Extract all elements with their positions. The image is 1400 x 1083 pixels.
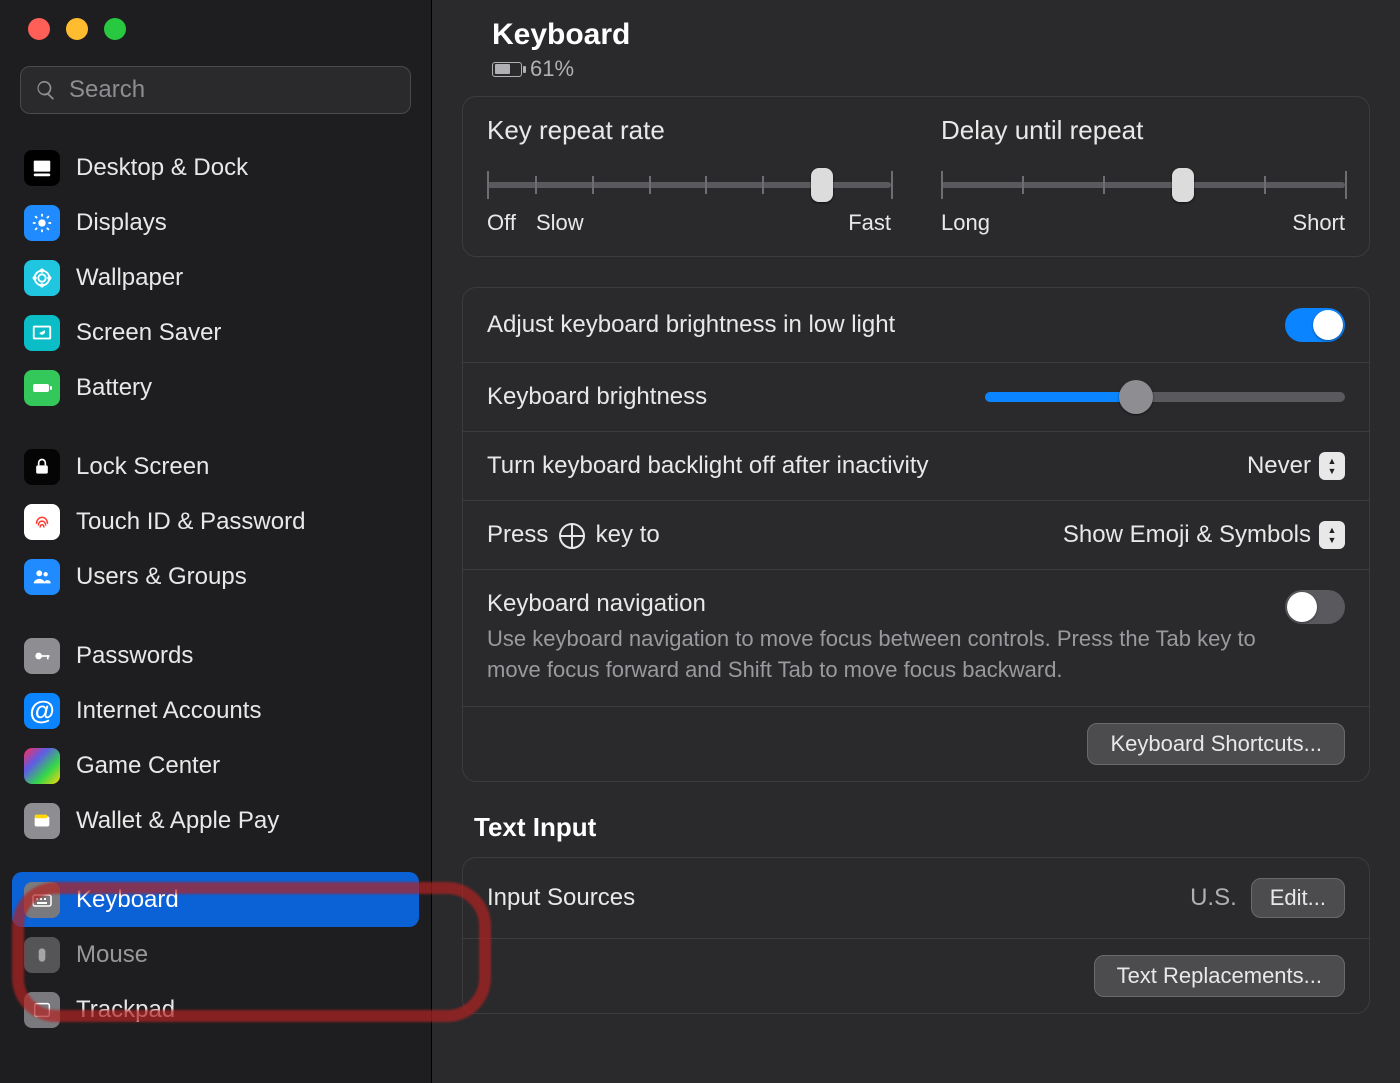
search-field[interactable] <box>20 66 411 114</box>
globe-key-value: Show Emoji & Symbols <box>1063 521 1311 549</box>
window-controls <box>0 18 431 40</box>
fullscreen-window-button[interactable] <box>104 18 126 40</box>
globe-icon <box>559 523 585 549</box>
globe-key-popup[interactable]: Show Emoji & Symbols <box>1063 521 1345 549</box>
repeat-sliders-panel: Key repeat rate <box>462 96 1370 257</box>
key-repeat-label: Key repeat rate <box>487 115 891 146</box>
search-icon <box>35 79 57 101</box>
wallet-icon <box>24 803 60 839</box>
keyboard-navigation-toggle[interactable] <box>1285 590 1345 624</box>
keyboard-shortcuts-button[interactable]: Keyboard Shortcuts... <box>1087 723 1345 765</box>
delay-repeat-label: Delay until repeat <box>941 115 1345 146</box>
adjust-brightness-label: Adjust keyboard brightness in low light <box>487 311 895 339</box>
internet-accounts-icon: @ <box>24 693 60 729</box>
delay-short-label: Short <box>1292 210 1345 236</box>
sidebar-item-screen-saver[interactable]: Screen Saver <box>12 305 419 360</box>
sidebar-item-trackpad[interactable]: Trackpad <box>12 982 419 1037</box>
wallpaper-icon <box>24 260 60 296</box>
sidebar-item-passwords[interactable]: Passwords <box>12 628 419 683</box>
desktop-dock-icon <box>24 150 60 186</box>
delay-long-label: Long <box>941 210 990 236</box>
sidebar-item-desktop-dock[interactable]: Desktop & Dock <box>12 140 419 195</box>
input-sources-edit-button[interactable]: Edit... <box>1251 878 1345 918</box>
sidebar-item-label: Battery <box>76 374 152 402</box>
sidebar-item-internet-accounts[interactable]: @ Internet Accounts <box>12 683 419 738</box>
keyboard-navigation-desc: Use keyboard navigation to move focus be… <box>487 624 1285 686</box>
key-repeat-off-label: Off <box>487 210 516 236</box>
text-input-section-title: Text Input <box>474 812 1370 843</box>
page-title: Keyboard <box>492 18 1370 52</box>
sidebar-item-battery[interactable]: Battery <box>12 360 419 415</box>
keyboard-navigation-label: Keyboard navigation <box>487 590 1285 618</box>
sidebar-item-game-center[interactable]: Game Center <box>12 738 419 793</box>
text-replacements-button[interactable]: Text Replacements... <box>1094 955 1345 997</box>
sidebar-item-keyboard[interactable]: Keyboard <box>12 872 419 927</box>
keyboard-brightness-label: Keyboard brightness <box>487 383 707 411</box>
game-center-icon <box>24 748 60 784</box>
lock-screen-icon <box>24 449 60 485</box>
sidebar-item-users-groups[interactable]: Users & Groups <box>12 549 419 604</box>
adjust-brightness-toggle[interactable] <box>1285 308 1345 342</box>
close-window-button[interactable] <box>28 18 50 40</box>
chevron-up-down-icon <box>1319 452 1345 480</box>
text-input-panel: Input Sources U.S. Edit... Text Replacem… <box>462 857 1370 1014</box>
sidebar-item-label: Screen Saver <box>76 319 221 347</box>
sidebar: Desktop & Dock Displays Wallpaper <box>0 0 432 1083</box>
sidebar-item-wallet-apple-pay[interactable]: Wallet & Apple Pay <box>12 793 419 848</box>
battery-level-icon <box>492 62 522 77</box>
keyboard-icon <box>24 882 60 918</box>
displays-icon <box>24 205 60 241</box>
delay-repeat-slider[interactable] <box>941 164 1345 204</box>
key-repeat-slider[interactable] <box>487 164 891 204</box>
sidebar-item-label: Trackpad <box>76 996 175 1024</box>
mouse-icon <box>24 937 60 973</box>
sidebar-item-label: Displays <box>76 209 167 237</box>
sidebar-item-wallpaper[interactable]: Wallpaper <box>12 250 419 305</box>
backlight-timeout-label: Turn keyboard backlight off after inacti… <box>487 452 929 480</box>
sidebar-item-label: Users & Groups <box>76 563 247 591</box>
sidebar-item-label: Internet Accounts <box>76 697 261 725</box>
keyboard-settings-panel: Adjust keyboard brightness in low light … <box>462 287 1370 782</box>
key-repeat-fast-label: Fast <box>848 210 891 236</box>
touch-id-icon <box>24 504 60 540</box>
sidebar-item-label: Touch ID & Password <box>76 508 305 536</box>
keyboard-brightness-slider[interactable] <box>985 392 1345 402</box>
battery-percent: 61% <box>530 56 574 82</box>
chevron-up-down-icon <box>1319 521 1345 549</box>
sidebar-item-label: Passwords <box>76 642 193 670</box>
sidebar-item-label: Keyboard <box>76 886 179 914</box>
sidebar-item-label: Game Center <box>76 752 220 780</box>
sidebar-item-displays[interactable]: Displays <box>12 195 419 250</box>
battery-icon <box>24 370 60 406</box>
main-content: Keyboard 61% Key repeat rate <box>432 0 1400 1083</box>
input-sources-label: Input Sources <box>487 884 635 912</box>
users-groups-icon <box>24 559 60 595</box>
passwords-icon <box>24 638 60 674</box>
backlight-timeout-value: Never <box>1247 452 1311 480</box>
backlight-timeout-popup[interactable]: Never <box>1247 452 1345 480</box>
sidebar-item-label: Wallet & Apple Pay <box>76 807 279 835</box>
minimize-window-button[interactable] <box>66 18 88 40</box>
trackpad-icon <box>24 992 60 1028</box>
sidebar-item-lock-screen[interactable]: Lock Screen <box>12 439 419 494</box>
battery-status: 61% <box>492 56 1370 82</box>
sidebar-item-label: Lock Screen <box>76 453 209 481</box>
key-repeat-slow-label: Slow <box>536 210 584 236</box>
input-sources-value: U.S. <box>1190 884 1237 912</box>
sidebar-item-label: Mouse <box>76 941 148 969</box>
globe-key-label: Press key to <box>487 521 660 549</box>
sidebar-item-label: Desktop & Dock <box>76 154 248 182</box>
search-input[interactable] <box>69 76 396 104</box>
screen-saver-icon <box>24 315 60 351</box>
sidebar-item-mouse[interactable]: Mouse <box>12 927 419 982</box>
sidebar-item-label: Wallpaper <box>76 264 183 292</box>
sidebar-item-touch-id[interactable]: Touch ID & Password <box>12 494 419 549</box>
